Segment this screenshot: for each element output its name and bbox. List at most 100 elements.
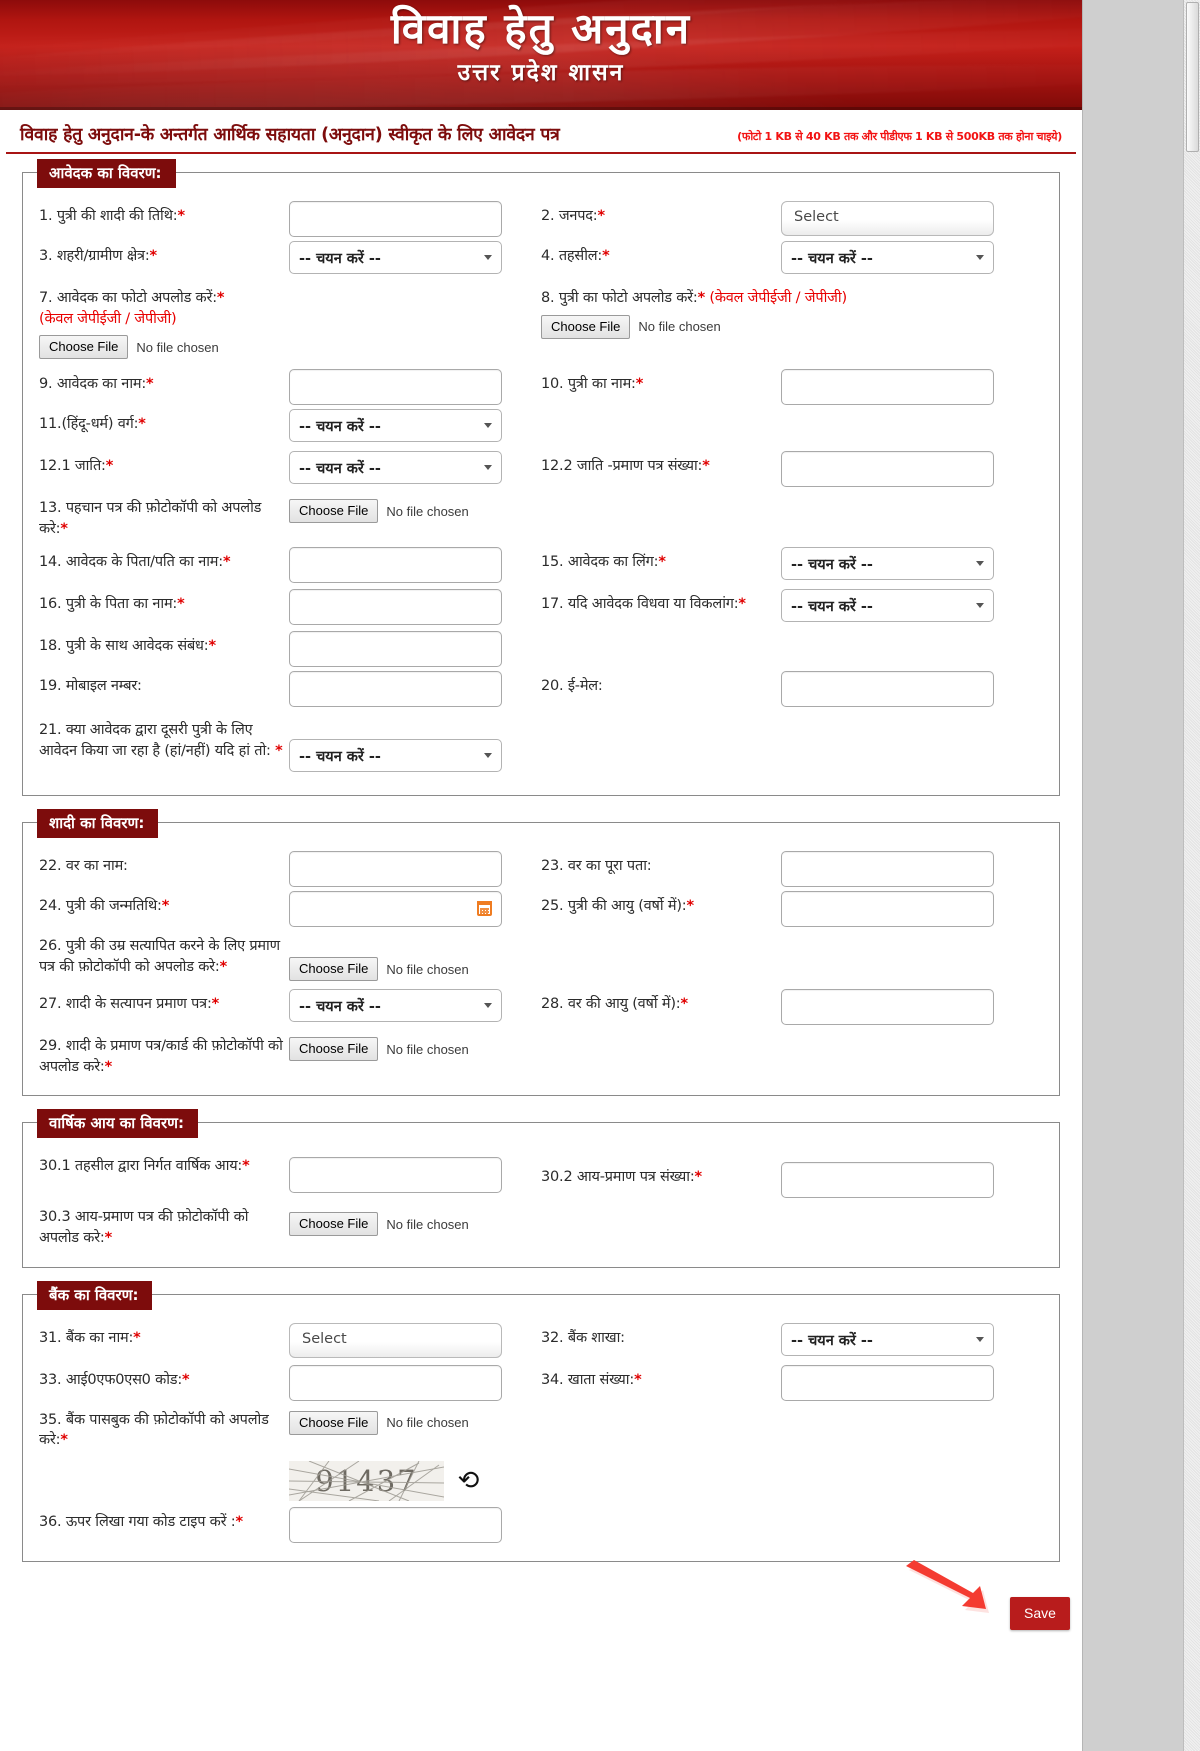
save-button[interactable]: Save xyxy=(1010,1596,1070,1630)
applicant-gender-select[interactable]: -- चयन करें -- xyxy=(781,547,994,581)
file-status-label: No file chosen xyxy=(638,319,721,335)
widow-or-disabled-select[interactable]: -- चयन करें -- xyxy=(781,589,994,623)
field-income-proof-upload: 30.3 आय-प्रमाण पत्र की फ़ोटोकॉपी को अपलो… xyxy=(39,1200,541,1248)
email-input[interactable] xyxy=(781,671,994,708)
captcha-image: 91437 xyxy=(289,1460,444,1501)
captcha-code-input[interactable] xyxy=(289,1506,502,1543)
age-proof-file-input[interactable]: Choose File No file chosen xyxy=(289,951,541,982)
field-area-type: 3. शहरी/ग्रामीण क्षेत्र:* -- चयन करें -- xyxy=(39,239,541,279)
file-status-label: No file chosen xyxy=(386,961,469,977)
field-label: 1. पुत्री की शादी की तिथि:* xyxy=(39,199,289,227)
select-value: -- चयन करें -- xyxy=(791,1332,873,1349)
field-spacer xyxy=(541,1200,1043,1248)
form-row: 91437 ⟳ xyxy=(39,1453,1043,1503)
label-text: 4. तहसील: xyxy=(541,248,603,264)
hindu-category-select[interactable]: -- चयन करें -- xyxy=(289,409,502,443)
form-row: 29. शादी के प्रमाण पत्र/कार्ड की फ़ोटोकॉ… xyxy=(39,1029,1043,1077)
refresh-captcha-icon[interactable]: ⟳ xyxy=(458,1466,480,1496)
applicant-photo-file-input[interactable]: Choose File No file chosen xyxy=(39,329,541,360)
choose-file-button[interactable]: Choose File xyxy=(39,335,129,360)
page-scrollbar[interactable] xyxy=(1183,0,1200,1751)
field-spacer xyxy=(541,929,1043,981)
bank-branch-select[interactable]: -- चयन करें -- xyxy=(781,1322,994,1356)
required-marker: * xyxy=(658,554,666,571)
area-type-select[interactable]: -- चयन करें -- xyxy=(289,241,502,274)
daughter-name-input[interactable] xyxy=(781,369,994,406)
ifsc-code-input[interactable] xyxy=(289,1364,502,1401)
choose-file-button[interactable]: Choose File xyxy=(289,957,379,982)
field-ifsc-code: 33. आई0एफ0एस0 कोड:* xyxy=(39,1363,541,1401)
relation-with-daughter-input[interactable] xyxy=(289,631,502,668)
caste-select[interactable]: -- चयन करें -- xyxy=(289,451,502,485)
field-relation-with-daughter: 18. पुत्री के साथ आवेदक संबंध:* xyxy=(39,629,541,668)
field-applicant-gender: 15. आवेदक का लिंग:* -- चयन करें -- xyxy=(541,545,1043,585)
income-proof-file-input[interactable]: Choose File No file chosen xyxy=(289,1206,541,1237)
account-number-input[interactable] xyxy=(781,1364,994,1401)
required-marker: * xyxy=(222,554,231,571)
choose-file-button[interactable]: Choose File xyxy=(289,1410,379,1435)
required-marker: * xyxy=(275,742,283,759)
annual-income-input[interactable] xyxy=(289,1157,502,1194)
field-label: 26. पुत्री की उम्र सत्यापित करने के लिए … xyxy=(39,929,289,977)
form-row: 30.3 आय-प्रमाण पत्र की फ़ोटोकॉपी को अपलो… xyxy=(39,1200,1043,1248)
groom-address-input[interactable] xyxy=(781,851,994,888)
field-label: 16. पुत्री के पिता का नाम:* xyxy=(39,587,289,615)
label-text: 26. पुत्री की उम्र सत्यापित करने के लिए … xyxy=(39,938,280,975)
daughter-dob-input[interactable] xyxy=(289,891,502,928)
calendar-icon[interactable] xyxy=(477,901,492,917)
select-value: -- चयन करें -- xyxy=(299,251,381,267)
id-proof-file-input[interactable]: Choose File No file chosen xyxy=(289,493,541,524)
field-label: 30.1 तहसील द्वारा निर्गत वार्षिक आय:* xyxy=(39,1149,289,1177)
label-text: 30.1 तहसील द्वारा निर्गत वार्षिक आय: xyxy=(39,1158,243,1175)
daughter-photo-file-input[interactable]: Choose File No file chosen xyxy=(541,309,1043,339)
marriage-verification-certificate-select[interactable]: -- चयन करें -- xyxy=(289,989,502,1023)
chevron-down-icon xyxy=(484,753,492,759)
choose-file-button[interactable]: Choose File xyxy=(289,1212,379,1237)
field-label: 34. खाता संख्या:* xyxy=(541,1363,781,1391)
groom-age-input[interactable] xyxy=(781,989,994,1026)
district-select[interactable]: Select xyxy=(781,201,994,236)
field-daughter-father-name: 16. पुत्री के पिता का नाम:* xyxy=(39,587,541,627)
choose-file-button[interactable]: Choose File xyxy=(289,1037,379,1062)
groom-name-input[interactable] xyxy=(289,851,502,888)
label-text: 21. क्या आवेदक द्वारा दूसरी पुत्री के लि… xyxy=(39,722,271,759)
applicant-father-name-input[interactable] xyxy=(289,547,502,584)
daughter-age-input[interactable] xyxy=(781,891,994,928)
label-text: 29. शादी के प्रमाण पत्र/कार्ड की फ़ोटोकॉ… xyxy=(39,1038,283,1075)
required-marker: * xyxy=(161,898,170,915)
chevron-down-icon xyxy=(976,255,984,260)
field-applicant-father-name: 14. आवेदक के पिता/पति का नाम:* xyxy=(39,545,541,585)
field-label: 36. ऊपर लिखा गया कोड टाइप करें :* xyxy=(39,1505,289,1533)
field-label: 4. तहसील:* xyxy=(541,239,781,267)
section-annual-income-details: वार्षिक आय का विवरण: 30.1 तहसील द्वारा न… xyxy=(22,1109,1060,1268)
scrollbar-thumb[interactable] xyxy=(1186,2,1199,152)
section-marriage-details: शादी का विवरण: 22. वर का नाम: 23. वर का … xyxy=(22,809,1060,1097)
choose-file-button[interactable]: Choose File xyxy=(289,499,379,524)
passbook-file-input[interactable]: Choose File No file chosen xyxy=(289,1405,541,1435)
applicant-name-input[interactable] xyxy=(289,369,502,406)
field-label: 2. जनपद:* xyxy=(541,199,781,227)
required-marker: * xyxy=(597,208,605,224)
tehsil-select[interactable]: -- चयन करें -- xyxy=(781,241,994,274)
marriage-date-input[interactable] xyxy=(289,201,502,237)
field-marriage-date: 1. पुत्री की शादी की तिथि:* xyxy=(39,199,541,237)
field-label: 28. वर की आयु (वर्षो में):* xyxy=(541,987,781,1015)
second-daughter-application-select[interactable]: -- चयन करें -- xyxy=(289,739,502,773)
label-text: 7. आवेदक का फोटो अपलोड करें: xyxy=(39,290,217,306)
marriage-card-file-input[interactable]: Choose File No file chosen xyxy=(289,1031,541,1062)
field-email: 20. ई-मेल: xyxy=(541,669,1043,708)
bank-name-select[interactable]: Select xyxy=(289,1322,502,1358)
field-applicant-name: 9. आवेदक का नाम:* xyxy=(39,367,541,406)
mobile-number-input[interactable] xyxy=(289,671,502,708)
field-label: 12.1 जाति:* xyxy=(39,449,289,477)
choose-file-button[interactable]: Choose File xyxy=(541,314,631,339)
income-certificate-number-input[interactable] xyxy=(781,1162,994,1199)
field-age-proof-upload: 26. पुत्री की उम्र सत्यापित करने के लिए … xyxy=(39,929,541,982)
captcha-noise-lines xyxy=(289,1460,444,1501)
label-text: 2. जनपद: xyxy=(541,208,598,224)
caste-certificate-number-input[interactable] xyxy=(781,451,994,488)
daughter-father-name-input[interactable] xyxy=(289,589,502,626)
field-daughter-photo: 8. पुत्री का फोटो अपलोड करें:* (केवल जेप… xyxy=(541,281,1043,359)
save-area: Save xyxy=(0,1559,1082,1632)
form-row: 11.(हिंदू-धर्म) वर्ग:* -- चयन करें -- xyxy=(39,407,1043,447)
